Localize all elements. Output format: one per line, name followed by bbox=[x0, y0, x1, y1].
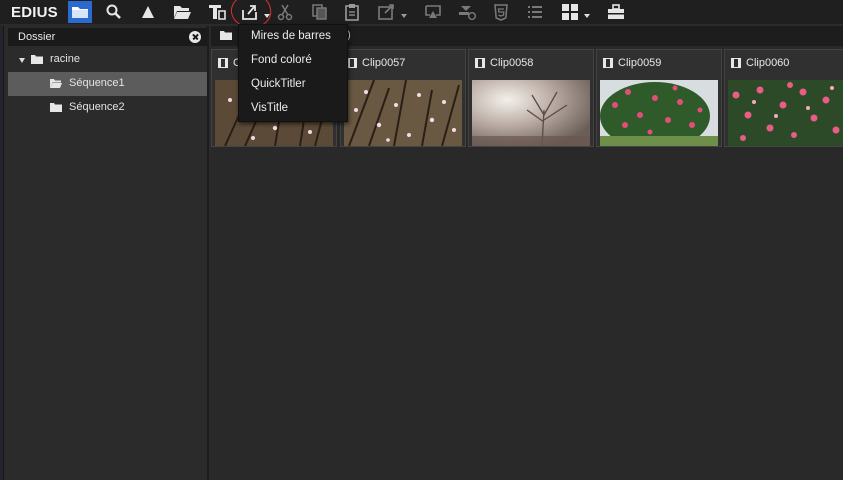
folder-icon bbox=[50, 103, 62, 112]
paste-icon[interactable] bbox=[340, 1, 364, 23]
tree-item-label: racine bbox=[50, 53, 80, 65]
toolbox-icon[interactable] bbox=[604, 1, 628, 23]
menu-item-color-matte[interactable]: Fond coloré bbox=[251, 54, 312, 66]
timeline-add-icon[interactable] bbox=[455, 1, 479, 23]
film-icon bbox=[731, 58, 741, 68]
clip-label: Clip0059 bbox=[618, 57, 662, 69]
folder-panel-header: Dossier bbox=[8, 28, 207, 46]
new-clip-icon[interactable] bbox=[238, 1, 270, 23]
title-add-icon[interactable] bbox=[205, 1, 229, 23]
chevron-down-icon bbox=[401, 14, 407, 18]
new-clip-menu: Mires de barres Fond coloré QuickTitler … bbox=[238, 24, 348, 122]
toolbar: EDIUS bbox=[0, 0, 843, 31]
tree-item-sequence1[interactable]: Séquence1 bbox=[8, 72, 207, 96]
open-folder-icon[interactable] bbox=[68, 1, 92, 23]
clip-label: Clip0058 bbox=[490, 57, 534, 69]
film-icon bbox=[347, 58, 357, 68]
search-icon[interactable] bbox=[102, 1, 126, 23]
clip-item[interactable]: Clip0059 bbox=[596, 49, 722, 147]
folder-open-icon bbox=[50, 79, 62, 88]
export-icon[interactable] bbox=[375, 1, 407, 23]
tree-item-sequence2[interactable]: Séquence2 bbox=[8, 96, 207, 120]
tree-item-label: Séquence1 bbox=[69, 77, 125, 89]
clip-item[interactable]: Clip0058 bbox=[468, 49, 594, 147]
film-icon bbox=[603, 58, 613, 68]
folder-open-icon[interactable] bbox=[170, 1, 194, 23]
folder-panel: Dossier racine Séquence1 Séquence2 bbox=[0, 26, 209, 480]
cut-icon[interactable] bbox=[273, 1, 297, 23]
app-logo: EDIUS bbox=[11, 3, 58, 21]
chevron-down-icon bbox=[264, 14, 270, 18]
tree-item-label: Séquence2 bbox=[69, 101, 125, 113]
clip-label: Clip0060 bbox=[746, 57, 790, 69]
chevron-down-icon bbox=[584, 14, 590, 18]
folder-panel-title: Dossier bbox=[18, 31, 56, 43]
folder-icon bbox=[31, 55, 43, 64]
copy-icon[interactable] bbox=[307, 1, 331, 23]
film-icon bbox=[475, 58, 485, 68]
window-edge bbox=[0, 26, 4, 480]
clip-item[interactable]: Clip0057 bbox=[340, 49, 466, 147]
grid-view-icon[interactable] bbox=[558, 1, 590, 23]
folder-icon bbox=[220, 31, 232, 40]
clip-item[interactable]: Clip0060 bbox=[724, 49, 843, 147]
up-arrow-icon[interactable] bbox=[136, 1, 160, 23]
tree-item-racine[interactable]: racine bbox=[8, 48, 207, 72]
clip-label: Clip0057 bbox=[362, 57, 406, 69]
html5-icon[interactable] bbox=[489, 1, 513, 23]
menu-item-vistitle[interactable]: VisTitle bbox=[251, 102, 288, 114]
edius-window: EDIUS Dossier racine Séquence1 Séquence2… bbox=[0, 0, 843, 480]
close-icon[interactable] bbox=[189, 31, 201, 43]
menu-item-quicktitler[interactable]: QuickTitler bbox=[251, 78, 306, 90]
chevron-down-icon[interactable] bbox=[19, 58, 25, 63]
send-icon[interactable] bbox=[421, 1, 445, 23]
clip-thumbnail bbox=[344, 80, 462, 146]
clip-thumbnail bbox=[600, 80, 718, 146]
clip-thumbnail bbox=[472, 80, 590, 146]
clip-thumbnail bbox=[728, 80, 843, 146]
film-icon bbox=[218, 58, 228, 68]
list-view-icon[interactable] bbox=[523, 1, 547, 23]
menu-item-color-bars[interactable]: Mires de barres bbox=[251, 30, 331, 42]
